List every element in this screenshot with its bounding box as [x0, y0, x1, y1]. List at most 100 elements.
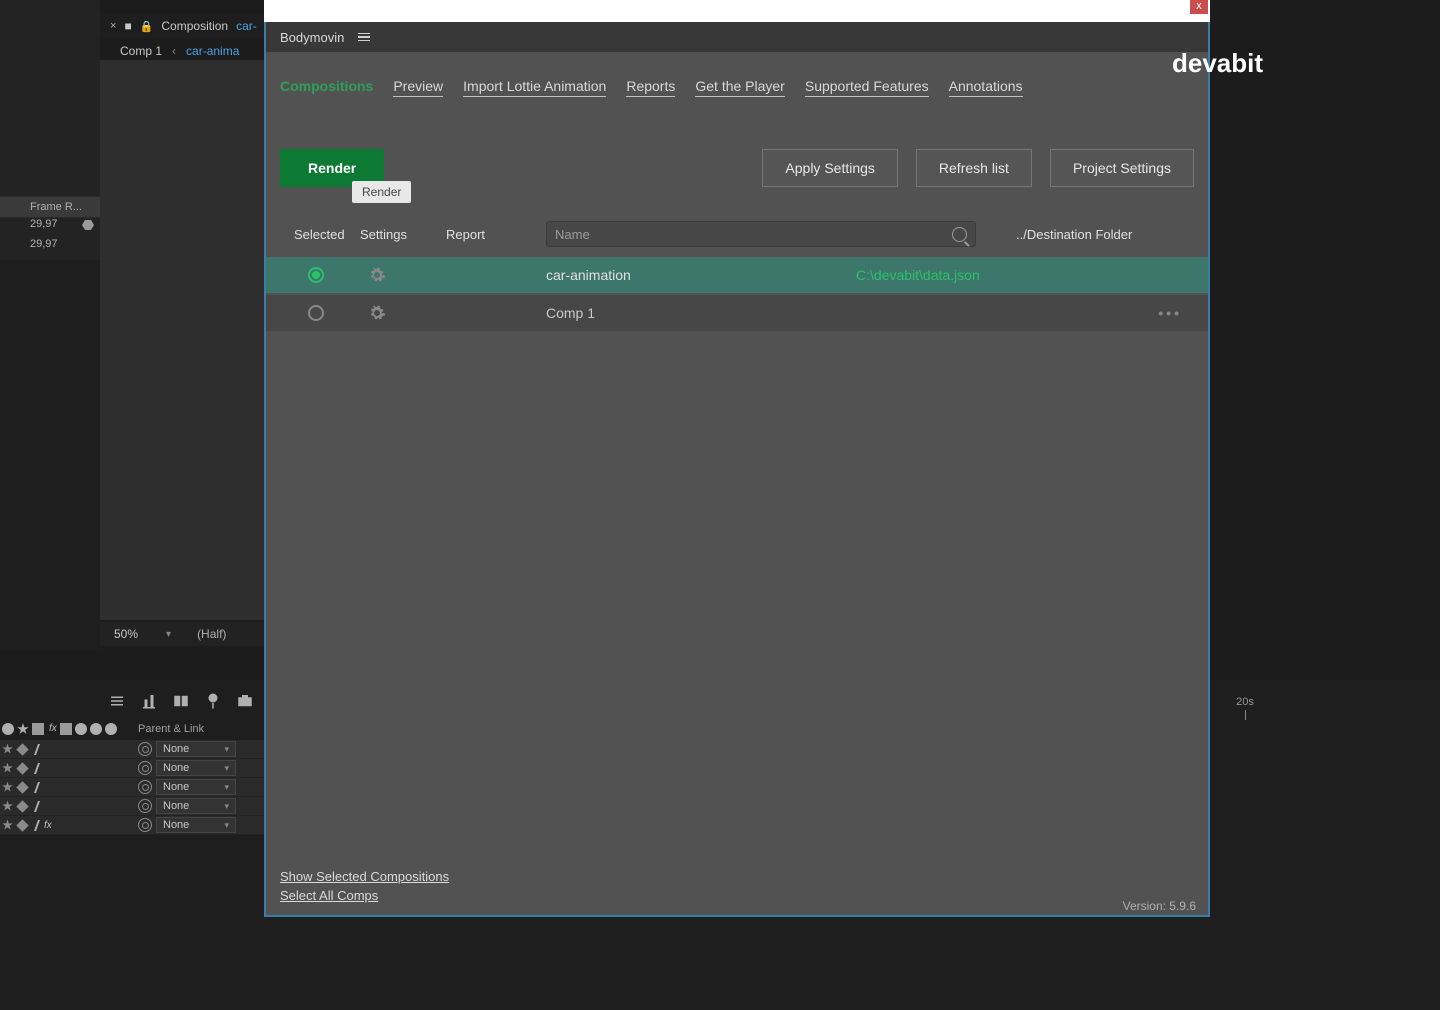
zoom-value: 50% — [114, 627, 138, 641]
star-switch-icon[interactable] — [2, 820, 13, 831]
star-icon[interactable] — [17, 723, 29, 735]
panel-drag-header[interactable] — [264, 0, 1210, 22]
chevron-down-icon: ▾ — [224, 763, 229, 774]
show-selected-link[interactable]: Show Selected Compositions — [280, 869, 449, 884]
breadcrumb-comp1[interactable]: Comp 1 — [120, 44, 162, 58]
gear-icon — [368, 304, 386, 322]
layer-row[interactable]: None ▾ — [0, 759, 270, 778]
select-all-link[interactable]: Select All Comps — [280, 888, 449, 903]
devabit-watermark: devabit — [1172, 48, 1263, 79]
settings-gear[interactable] — [360, 304, 446, 322]
render-queue-icon[interactable] — [108, 692, 126, 710]
parent-dropdown[interactable]: None ▾ — [156, 817, 236, 833]
star-switch-icon[interactable] — [2, 763, 13, 774]
select-radio[interactable] — [308, 267, 324, 283]
parent-dropdown[interactable]: None ▾ — [156, 760, 236, 776]
bodymovin-nav: Compositions Preview Import Lottie Anima… — [280, 52, 1194, 97]
close-button[interactable]: x — [1190, 0, 1208, 14]
parent-dropdown[interactable]: None ▾ — [156, 741, 236, 757]
layer-row[interactable]: fx None ▾ — [0, 816, 270, 835]
chevron-down-icon: ▾ — [224, 782, 229, 793]
cards-icon[interactable] — [172, 692, 190, 710]
comp-table-header: Selected Settings Report Name ../Destina… — [280, 221, 1194, 247]
comp-row-comp1[interactable]: Comp 1 ••• — [266, 295, 1208, 331]
nav-import[interactable]: Import Lottie Animation — [463, 78, 606, 97]
parent-dropdown[interactable]: None ▾ — [156, 798, 236, 814]
pickwhip-icon[interactable] — [138, 780, 152, 794]
pickwhip-icon[interactable] — [138, 761, 152, 775]
comp-name: car-animation — [546, 267, 856, 283]
time-ruler-20s[interactable]: 20s — [1210, 696, 1280, 720]
chevron-left-icon[interactable]: ‹ — [172, 44, 176, 58]
nav-compositions[interactable]: Compositions — [280, 78, 373, 97]
fx-switch-icon[interactable]: fx — [42, 820, 52, 831]
quality-switch-icon[interactable] — [16, 781, 28, 793]
comp-destination[interactable]: C:\devabit\data.json — [856, 267, 980, 283]
layer-row[interactable]: None ▾ — [0, 740, 270, 759]
bodymovin-footer-links: Show Selected Compositions Select All Co… — [280, 869, 449, 907]
shy-icon[interactable] — [2, 723, 14, 735]
parent-dropdown[interactable]: None ▾ — [156, 779, 236, 795]
bodymovin-titlebar[interactable]: Bodymovin — [266, 22, 1208, 52]
viewer-tab-compname[interactable]: car- — [236, 19, 257, 33]
parent-link-header[interactable]: Parent & Link — [138, 723, 204, 735]
building-icon[interactable] — [140, 692, 158, 710]
star-switch-icon[interactable] — [2, 782, 13, 793]
frame-blend-icon[interactable] — [60, 723, 72, 735]
layer-row[interactable]: None ▾ — [0, 797, 270, 816]
star-switch-icon[interactable] — [2, 744, 13, 755]
slash-switch-icon[interactable] — [30, 782, 40, 793]
close-icon[interactable]: × — [110, 20, 116, 32]
pickwhip-icon[interactable] — [138, 818, 152, 832]
parent-none-label: None — [163, 800, 189, 812]
quality-switch-icon[interactable] — [16, 743, 28, 755]
quality-switch-icon[interactable] — [16, 800, 28, 812]
render-button[interactable]: Render Render — [280, 149, 384, 187]
settings-gear[interactable] — [360, 266, 446, 284]
nav-reports[interactable]: Reports — [626, 78, 675, 97]
slash-switch-icon[interactable] — [30, 744, 40, 755]
threed-icon[interactable] — [105, 723, 117, 735]
parent-none-label: None — [163, 762, 189, 774]
select-radio[interactable] — [308, 305, 324, 321]
row-more-icon[interactable]: ••• — [1158, 305, 1182, 321]
motion-blur-icon[interactable] — [75, 723, 87, 735]
star-switch-icon[interactable] — [2, 801, 13, 812]
nav-preview[interactable]: Preview — [393, 78, 443, 97]
chevron-down-icon: ▾ — [224, 744, 229, 755]
collapse-icon[interactable] — [32, 723, 44, 735]
gear-icon — [368, 266, 386, 284]
project-settings-button[interactable]: Project Settings — [1050, 149, 1194, 187]
viewer-tab-label[interactable]: Composition — [161, 19, 228, 33]
resolution-label[interactable]: (Half) — [197, 627, 226, 641]
quality-switch-icon[interactable] — [16, 819, 28, 831]
slash-switch-icon[interactable] — [30, 820, 40, 831]
zoom-dropdown[interactable]: 50% ▾ — [108, 627, 177, 641]
col-destination: ../Destination Folder — [990, 227, 1132, 242]
nav-get-player[interactable]: Get the Player — [695, 78, 785, 97]
fx-icon[interactable]: fx — [47, 723, 57, 739]
tag-icon[interactable] — [204, 692, 222, 710]
project-column-frame-rate[interactable]: Frame R... — [0, 196, 100, 218]
apply-settings-button[interactable]: Apply Settings — [762, 149, 898, 187]
pickwhip-icon[interactable] — [138, 742, 152, 756]
nav-annotations[interactable]: Annotations — [949, 78, 1023, 97]
menu-icon[interactable] — [358, 33, 370, 42]
breadcrumb-caranimation[interactable]: car-anima — [186, 44, 239, 58]
refresh-list-button[interactable]: Refresh list — [916, 149, 1032, 187]
time-label: 20s — [1210, 696, 1280, 708]
slash-switch-icon[interactable] — [30, 763, 40, 774]
pickwhip-icon[interactable] — [138, 799, 152, 813]
quality-switch-icon[interactable] — [16, 762, 28, 774]
search-icon[interactable] — [952, 227, 967, 242]
comp-row-car-animation[interactable]: car-animation C:\devabit\data.json — [266, 257, 1208, 293]
snapshot-icon[interactable] — [236, 692, 254, 710]
ae-viewer[interactable] — [100, 60, 270, 620]
chevron-down-icon: ▾ — [224, 801, 229, 812]
layer-row[interactable]: None ▾ — [0, 778, 270, 797]
nav-supported[interactable]: Supported Features — [805, 78, 929, 97]
name-search-input[interactable]: Name — [546, 221, 976, 247]
slash-switch-icon[interactable] — [30, 801, 40, 812]
lock-icon[interactable]: 🔒 — [140, 20, 154, 33]
adjustment-icon[interactable] — [90, 723, 102, 735]
